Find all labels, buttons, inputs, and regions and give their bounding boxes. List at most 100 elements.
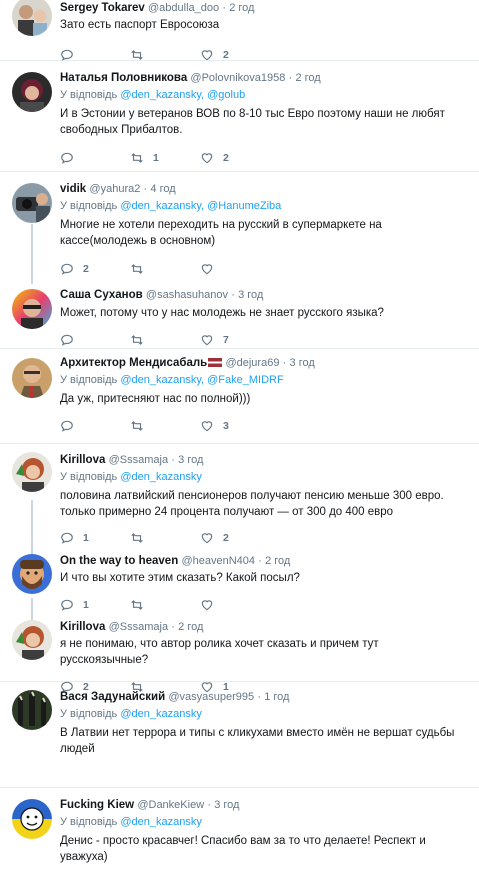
user-name[interactable]: Саша Суханов — [60, 289, 143, 301]
timestamp[interactable]: 3 год — [290, 357, 315, 369]
user-handle[interactable]: @vasyasuper995 — [168, 691, 254, 703]
retweet-button[interactable] — [130, 531, 200, 545]
tweet-actions: 3 — [60, 416, 467, 436]
timestamp[interactable]: 2 год — [178, 621, 203, 633]
user-handle[interactable]: @Sssamaja — [109, 621, 168, 633]
avatar[interactable] — [12, 452, 52, 492]
tweet[interactable]: Kirillova @Sssamaja · 2 год я не понимаю… — [0, 616, 479, 693]
like-button[interactable]: 7 — [200, 333, 270, 347]
tweet-text: Многие не хотели переходить на русский в… — [60, 219, 382, 247]
mention-link[interactable]: @den_kazansky, @HanumeZiba — [120, 200, 281, 212]
like-button[interactable]: 2 — [200, 48, 270, 62]
avatar[interactable] — [12, 620, 52, 660]
tweet-header: vidik @yahura2 · 4 год — [60, 182, 467, 197]
reply-button[interactable]: 2 — [60, 262, 130, 276]
user-handle[interactable]: @sashasuhanov — [146, 289, 228, 301]
retweet-button[interactable] — [130, 48, 200, 62]
like-button[interactable]: 2 — [200, 531, 270, 545]
tweet[interactable]: Вася Задунайский @vasyasuper995 · 1 год … — [0, 682, 479, 788]
user-name[interactable]: Kirillova — [60, 621, 105, 633]
avatar[interactable] — [12, 289, 52, 329]
like-button[interactable]: 3 — [200, 419, 270, 433]
timestamp[interactable]: 2 год — [265, 555, 290, 567]
like-button[interactable] — [200, 262, 270, 276]
user-handle[interactable]: @Polovnikova1958 — [190, 72, 285, 84]
avatar[interactable] — [12, 183, 52, 223]
reply-context: У відповідь @den_kazansky — [60, 470, 467, 485]
user-name[interactable]: Наталья Половникова — [60, 72, 187, 84]
user-name[interactable]: On the way to heaven — [60, 555, 178, 567]
retweet-button[interactable] — [130, 333, 200, 347]
avatar[interactable] — [12, 799, 52, 839]
tweet-header: Fucking Kiew @DankeKiew · 3 год — [60, 798, 467, 813]
reply-context: У відповідь @den_kazansky, @HanumeZiba — [60, 199, 467, 214]
heart-icon — [201, 421, 213, 432]
user-name[interactable]: Вася Задунайский — [60, 691, 165, 703]
like-button[interactable]: 2 — [200, 151, 270, 165]
separator-dot: · — [282, 357, 287, 369]
mention-link[interactable]: @den_kazansky — [120, 708, 202, 720]
reply-button[interactable]: 1 — [60, 531, 130, 545]
reply-button[interactable] — [60, 419, 130, 433]
reply-button[interactable] — [60, 333, 130, 347]
tweet-text: И что вы хотите этим сказать? Какой посы… — [60, 572, 300, 584]
user-handle[interactable]: @heavenN404 — [181, 555, 255, 567]
retweet-button[interactable] — [130, 598, 200, 612]
timestamp[interactable]: 3 год — [178, 454, 203, 466]
tweet-actions: 1 2 — [60, 528, 467, 548]
user-handle[interactable]: @DankeKiew — [137, 799, 204, 811]
tweet-header: Архитектор Мендисабаль @dejura69 · 3 год — [60, 356, 467, 371]
reply-button[interactable]: 1 — [60, 598, 130, 612]
reply-icon — [61, 599, 73, 611]
retweet-button[interactable] — [130, 419, 200, 433]
reply-button[interactable] — [60, 151, 130, 165]
user-name[interactable]: Архитектор Мендисабаль — [60, 357, 207, 369]
separator-dot: · — [222, 2, 227, 14]
reply-button[interactable] — [60, 48, 130, 62]
tweet-actions: 1 2 — [60, 148, 467, 168]
timestamp[interactable]: 3 год — [238, 289, 263, 301]
tweet[interactable]: Sergey Tokarev @abdulla_doo · 2 год Зато… — [0, 0, 479, 61]
avatar[interactable] — [12, 0, 52, 36]
reply-context: У відповідь @den_kazansky — [60, 815, 467, 830]
user-handle[interactable]: @Sssamaja — [109, 454, 168, 466]
timestamp[interactable]: 4 год — [150, 183, 175, 195]
tweet[interactable]: On the way to heaven @heavenN404 · 2 год… — [0, 550, 479, 616]
retweet-button[interactable]: 1 — [130, 151, 200, 165]
user-name[interactable]: vidik — [60, 183, 86, 195]
tweet[interactable]: Саша Суханов @sashasuhanov · 3 год Может… — [0, 282, 479, 349]
avatar[interactable] — [12, 690, 52, 730]
user-name[interactable]: Sergey Tokarev — [60, 2, 145, 14]
avatar[interactable] — [12, 554, 52, 594]
avatar[interactable] — [12, 358, 52, 398]
mention-link[interactable]: @den_kazansky, @golub — [120, 89, 245, 101]
retweet-icon — [131, 264, 143, 274]
avatar[interactable] — [12, 72, 52, 112]
user-handle[interactable]: @dejura69 — [225, 357, 279, 369]
mention-link[interactable]: @den_kazansky — [120, 471, 202, 483]
tweet[interactable]: Kirillova @Sssamaja · 3 год У відповідь … — [0, 444, 479, 550]
timestamp[interactable]: 1 год — [264, 691, 289, 703]
reply-context: У відповідь @den_kazansky — [60, 707, 467, 722]
retweet-button[interactable] — [130, 262, 200, 276]
tweet-actions: 2 — [60, 259, 467, 279]
timestamp[interactable]: 2 год — [295, 72, 320, 84]
tweet[interactable]: Fucking Kiew @DankeKiew · 3 год У відпов… — [0, 788, 479, 866]
tweet-text: Может, потому что у нас молодежь не знае… — [60, 307, 384, 319]
reply-icon — [61, 532, 73, 544]
user-handle[interactable]: @abdulla_doo — [148, 2, 219, 14]
timestamp[interactable]: 2 год — [229, 2, 254, 14]
tweet[interactable]: vidik @yahura2 · 4 год У відповідь @den_… — [0, 172, 479, 282]
timestamp[interactable]: 3 год — [214, 799, 239, 811]
tweet[interactable]: Наталья Половникова @Polovnikova1958 · 2… — [0, 61, 479, 172]
separator-dot: · — [171, 454, 175, 466]
mention-link[interactable]: @den_kazansky — [120, 816, 202, 828]
tweet[interactable]: Архитектор Мендисабаль @dejura69 · 3 год… — [0, 349, 479, 444]
mention-link[interactable]: @den_kazansky, @Fake_MIDRF — [120, 374, 283, 386]
tweet-header: Наталья Половникова @Polovnikova1958 · 2… — [60, 71, 467, 86]
like-button[interactable] — [200, 598, 270, 612]
user-handle[interactable]: @yahura2 — [89, 183, 140, 195]
reply-prefix: У відповідь — [60, 200, 118, 212]
user-name[interactable]: Fucking Kiew — [60, 799, 134, 811]
user-name[interactable]: Kirillova — [60, 454, 105, 466]
